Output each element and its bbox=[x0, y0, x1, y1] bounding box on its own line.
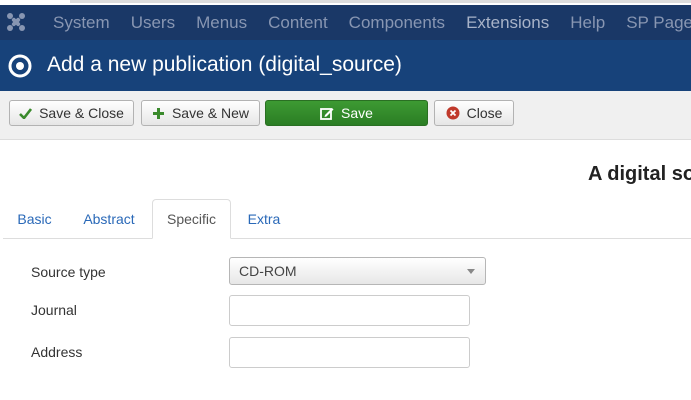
save-and-new-button[interactable]: Save & New bbox=[141, 100, 260, 126]
toolbar: Save & Close Save & New Save Close bbox=[0, 91, 691, 140]
menu-system[interactable]: System bbox=[53, 13, 110, 33]
journal-field[interactable] bbox=[229, 295, 470, 326]
source-type-select[interactable]: CD-ROM bbox=[229, 257, 486, 285]
save-and-new-label: Save & New bbox=[171, 105, 250, 121]
address-field[interactable] bbox=[229, 337, 470, 368]
tab-abstract[interactable]: Abstract bbox=[69, 199, 149, 238]
source-type-value: CD-ROM bbox=[239, 263, 297, 279]
admin-navbar: System Users Menus Content Components Ex… bbox=[0, 5, 691, 40]
save-label: Save bbox=[341, 105, 373, 121]
source-type-label: Source type bbox=[31, 264, 106, 280]
joomla-logo-icon[interactable] bbox=[5, 11, 27, 33]
menu-extensions[interactable]: Extensions bbox=[466, 13, 549, 33]
admin-menu: System Users Menus Content Components Ex… bbox=[53, 5, 691, 40]
address-label: Address bbox=[31, 344, 83, 360]
chevron-down-icon bbox=[467, 269, 475, 274]
check-icon bbox=[19, 107, 33, 119]
page-title: Add a new publication (digital_source) bbox=[47, 53, 402, 76]
journal-label: Journal bbox=[31, 302, 77, 318]
edit-icon bbox=[320, 107, 334, 120]
tab-basic[interactable]: Basic bbox=[3, 199, 66, 238]
tab-extra[interactable]: Extra bbox=[233, 199, 295, 238]
menu-content[interactable]: Content bbox=[268, 13, 328, 33]
save-and-close-label: Save & Close bbox=[39, 105, 124, 121]
close-label: Close bbox=[466, 105, 503, 121]
tab-specific[interactable]: Specific bbox=[152, 199, 231, 239]
close-icon bbox=[446, 106, 460, 120]
close-button[interactable]: Close bbox=[434, 100, 514, 126]
menu-users[interactable]: Users bbox=[131, 13, 175, 33]
save-button[interactable]: Save bbox=[265, 100, 428, 126]
menu-menus[interactable]: Menus bbox=[196, 13, 247, 33]
target-circle-icon bbox=[8, 54, 32, 78]
tab-bar: Basic Abstract Specific Extra bbox=[3, 199, 691, 239]
menu-sp-page[interactable]: SP Page bbox=[626, 13, 691, 33]
plus-icon bbox=[152, 107, 165, 120]
menu-components[interactable]: Components bbox=[349, 13, 445, 33]
page-header: Add a new publication (digital_source) bbox=[0, 40, 691, 91]
form-heading: A digital so bbox=[588, 163, 691, 185]
menu-help[interactable]: Help bbox=[570, 13, 605, 33]
save-and-close-button[interactable]: Save & Close bbox=[9, 100, 134, 126]
